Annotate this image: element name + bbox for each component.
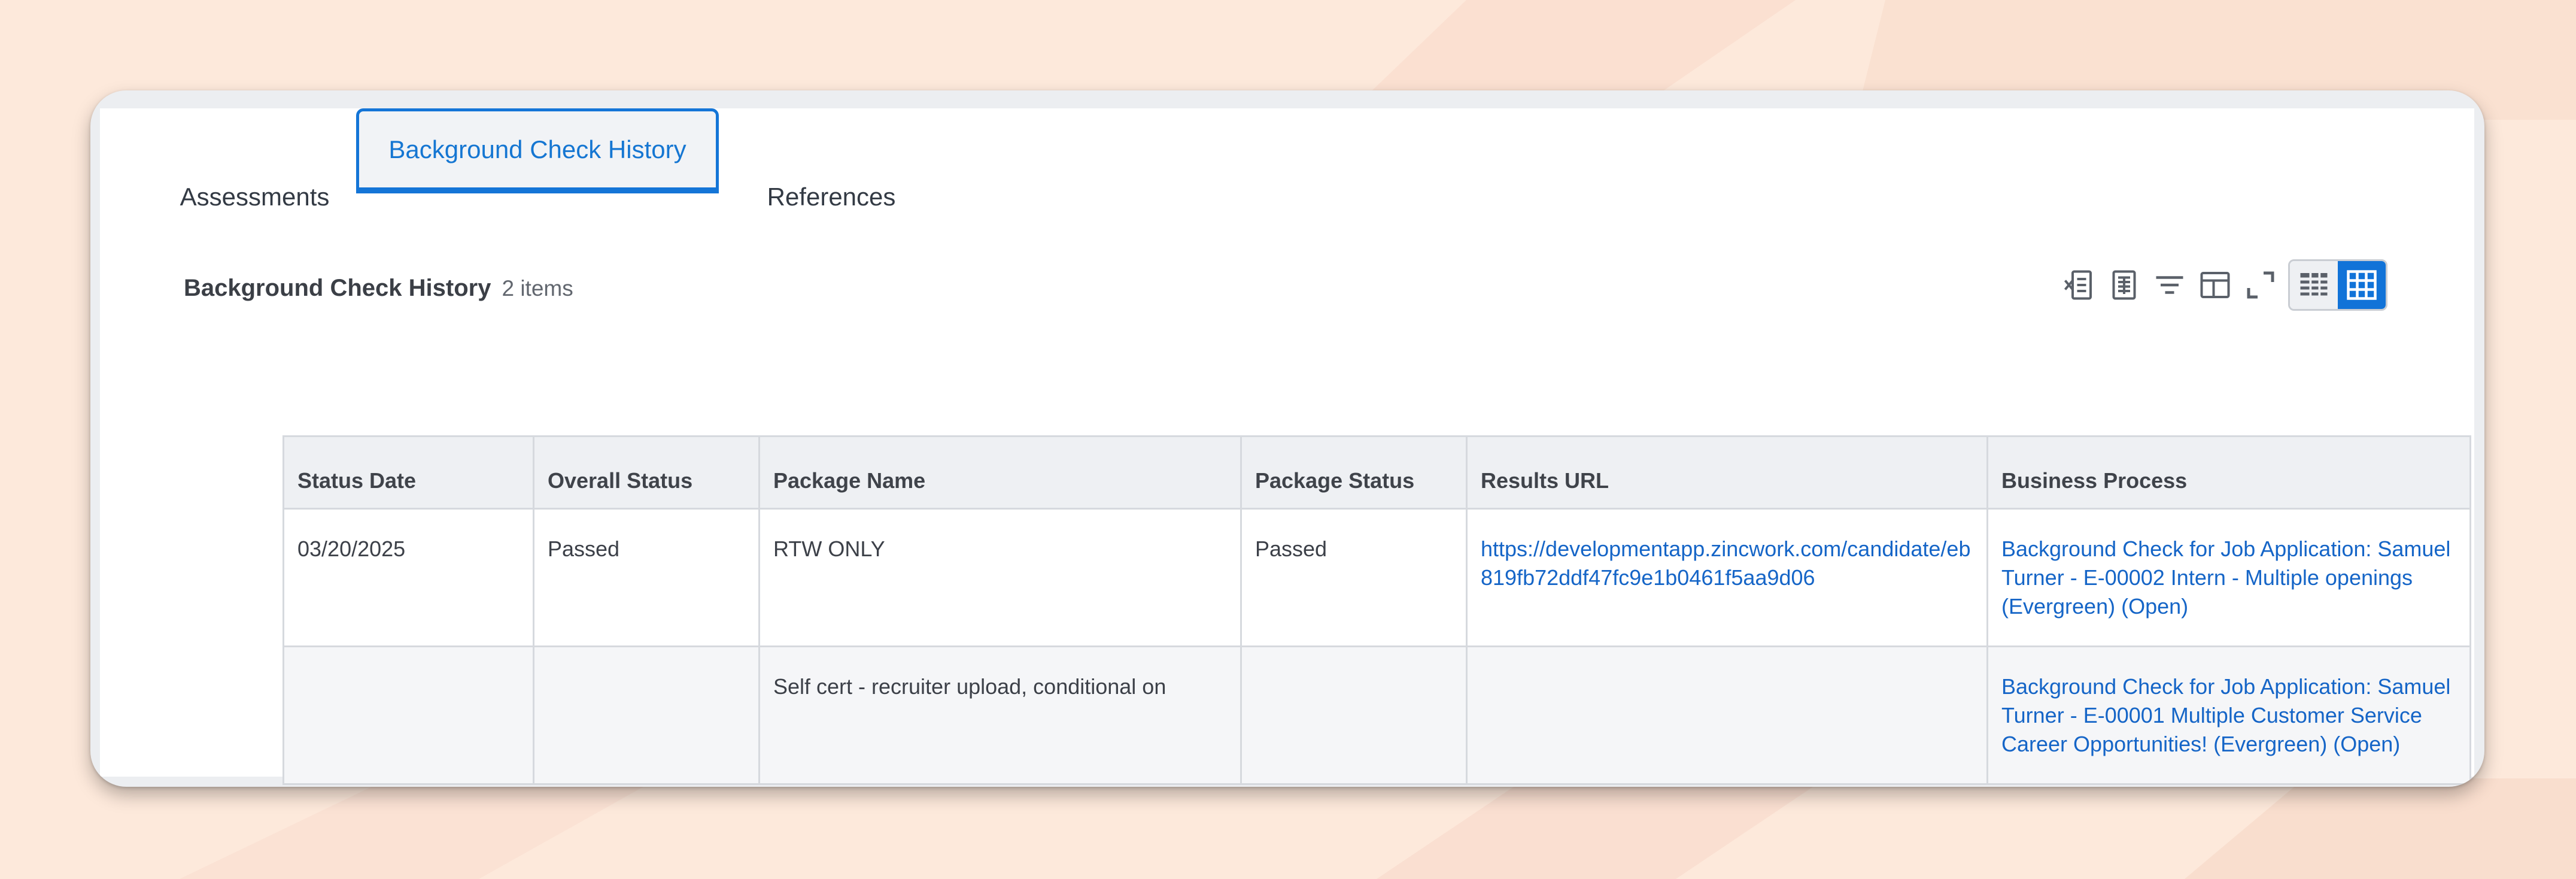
tab-background-check-history[interactable]: Background Check History (356, 108, 719, 193)
grid-view-icon[interactable] (2338, 261, 2386, 309)
export-excel-icon[interactable] (2056, 262, 2101, 308)
cell-overall-status: Passed (533, 508, 760, 647)
tab-label: Background Check History (388, 135, 686, 163)
cell-package-name: Self cert - recruiter upload, conditiona… (758, 645, 1242, 785)
cell-business-process: Background Check for Job Application: Sa… (1986, 508, 2471, 647)
table-row: 03/20/2025 Passed RTW ONLY Passed https:… (282, 508, 2471, 647)
column-header-results-url[interactable]: Results URL (1466, 435, 1988, 510)
column-header-overall-status[interactable]: Overall Status (533, 435, 760, 510)
business-process-link[interactable]: Background Check for Job Application: Sa… (2001, 674, 2450, 756)
background-check-table: Status Date Overall Status Package Name … (282, 435, 2471, 785)
cell-business-process: Background Check for Job Application: Sa… (1986, 645, 2471, 785)
table-row: Self cert - recruiter upload, conditiona… (282, 645, 2471, 785)
cell-overall-status (533, 645, 760, 785)
results-url-link[interactable]: https://developmentapp.zincwork.com/cand… (1481, 537, 1970, 590)
view-toggle (2288, 259, 2387, 311)
business-process-link[interactable]: Background Check for Job Application: Sa… (2001, 537, 2450, 619)
cell-package-name: RTW ONLY (758, 508, 1242, 647)
grid-title-text: Background Check History (184, 275, 491, 301)
grid-item-count: 2 items (502, 276, 573, 301)
tab-label: Assessments (180, 182, 330, 211)
column-header-package-status[interactable]: Package Status (1240, 435, 1468, 510)
cell-results-url (1466, 645, 1988, 785)
print-icon[interactable] (2101, 262, 2147, 308)
cell-results-url: https://developmentapp.zincwork.com/cand… (1466, 508, 1988, 647)
column-header-package-name[interactable]: Package Name (758, 435, 1242, 510)
table-header-row: Status Date Overall Status Package Name … (282, 435, 2471, 510)
cell-status-date: 03/20/2025 (282, 508, 534, 647)
cell-status-date (282, 645, 534, 785)
cell-package-status: Passed (1240, 508, 1468, 647)
cell-package-status (1240, 645, 1468, 785)
tab-label: References (767, 182, 896, 211)
table-view-icon[interactable] (2290, 261, 2338, 309)
grid-toolbar (2056, 258, 2387, 312)
table-config-icon[interactable] (2192, 262, 2238, 308)
fullscreen-icon[interactable] (2238, 262, 2283, 308)
column-header-status-date[interactable]: Status Date (282, 435, 534, 510)
filter-icon[interactable] (2147, 262, 2192, 308)
column-header-business-process[interactable]: Business Process (1986, 435, 2471, 510)
grid-title: Background Check History 2 items (184, 275, 573, 302)
app-window: Assessments Background Check History Ref… (90, 90, 2484, 787)
